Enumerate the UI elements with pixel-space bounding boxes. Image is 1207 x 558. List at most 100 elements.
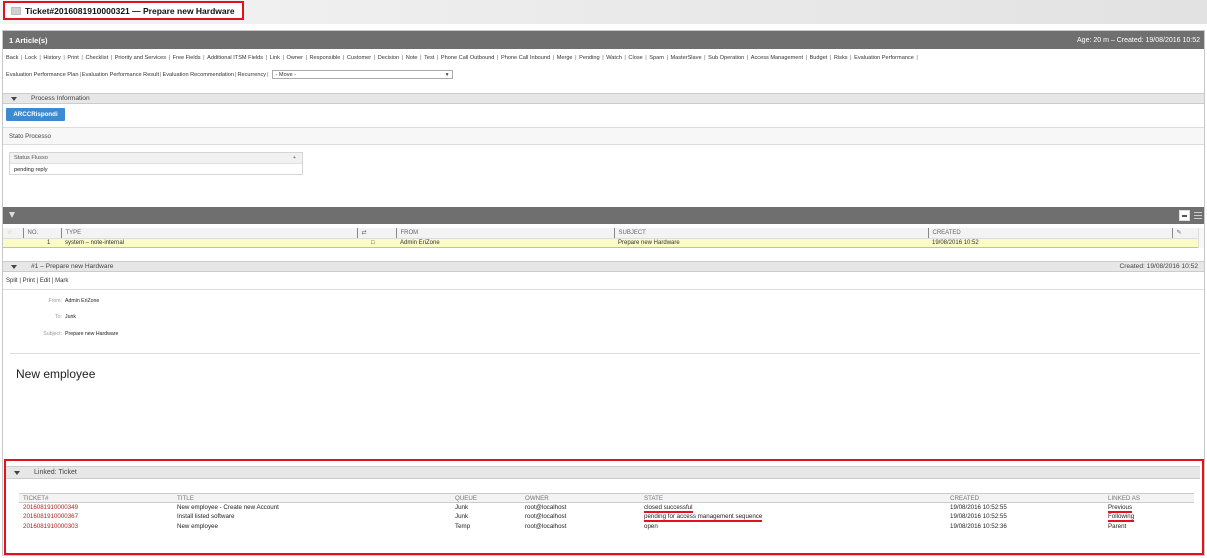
col-owner[interactable]: OWNER xyxy=(521,493,640,503)
col-type[interactable]: TYPE xyxy=(60,228,357,239)
menu-watch[interactable]: Watch xyxy=(606,55,622,61)
table-row[interactable]: 1 system – note-internal □ Admin EriZone… xyxy=(3,237,1198,248)
menu-access-management[interactable]: Access Management xyxy=(751,55,803,61)
action-print[interactable]: Print xyxy=(23,278,35,284)
linked-ticket-table: TICKET# TITLE QUEUE OWNER STATE CREATED … xyxy=(19,493,1194,531)
article-from-field: From: Admin EriZone xyxy=(48,298,100,304)
process-information-header[interactable]: Process Information xyxy=(3,93,1204,104)
article-actions: Split | Print | Edit | Mark xyxy=(6,278,69,284)
table-row[interactable]: 2016081910000303 New employee Temp root@… xyxy=(19,522,1194,532)
action-split[interactable]: Split xyxy=(6,278,18,284)
status-flusso-header: Status Flusso + xyxy=(10,153,302,164)
ticket-created: 19/08/2016 10:52:55 xyxy=(950,504,1007,511)
menu-itsm-fields[interactable]: Additional ITSM Fields xyxy=(207,55,263,61)
action-edit[interactable]: Edit xyxy=(40,278,50,284)
menu-evaluation-performance[interactable]: Evaluation Performance xyxy=(854,55,914,61)
title-strip: Ticket#2016081910000321 — Prepare new Ha… xyxy=(0,0,1207,24)
ticket-number-link[interactable]: 2016081910000349 xyxy=(23,504,78,511)
menu-budget[interactable]: Budget xyxy=(810,55,828,61)
action-menu-row2: Evaluation Performance Plan | Evaluation… xyxy=(6,70,453,79)
ticket-queue: Junk xyxy=(455,504,469,511)
article-header[interactable]: #1 – Prepare new Hardware Created: 19/08… xyxy=(3,261,1204,272)
ticket-title: Ticket#2016081910000321 — Prepare new Ha… xyxy=(25,5,235,16)
menu-evaluation-result[interactable]: Evaluation Performance Result xyxy=(82,72,159,78)
col-subject[interactable]: SUBJECT xyxy=(613,228,928,239)
col-no[interactable]: NO. xyxy=(22,228,61,239)
menu-spam[interactable]: Spam xyxy=(649,55,664,61)
col-direction[interactable]: ⇄ xyxy=(356,228,396,239)
status-flusso-value: pending reply xyxy=(14,166,48,173)
menu-responsible[interactable]: Responsible xyxy=(310,55,341,61)
pencil-icon[interactable]: ✎ xyxy=(1171,228,1198,239)
ticket-created: 19/08/2016 10:52:36 xyxy=(950,522,1007,530)
menu-lock[interactable]: Lock xyxy=(25,55,37,61)
menu-phone-outbound[interactable]: Phone Call Outbound xyxy=(441,55,495,61)
col-ticket[interactable]: TICKET# xyxy=(19,493,173,503)
ticket-owner: root@localhost xyxy=(525,522,567,530)
menu-pending[interactable]: Pending xyxy=(579,55,600,61)
collapse-triangle-icon[interactable] xyxy=(14,470,20,475)
col-state[interactable]: STATE xyxy=(640,493,946,503)
menu-owner[interactable]: Owner xyxy=(286,55,302,61)
status-flusso-label: Status Flusso xyxy=(14,155,48,161)
table-row[interactable]: 2016081910000349 New employee - Create n… xyxy=(19,503,1194,513)
menu-test[interactable]: Test xyxy=(424,55,434,61)
ticket-linked-as: Parent xyxy=(1108,522,1127,530)
col-from[interactable]: FROM xyxy=(395,228,614,239)
collapse-triangle-icon[interactable] xyxy=(11,264,17,269)
article-table-scrollbar[interactable] xyxy=(1198,228,1204,248)
menu-sub-operation[interactable]: Sub Operation xyxy=(708,55,744,61)
menu-checklist[interactable]: Checklist xyxy=(85,55,108,61)
ticket-state: pending for access management sequence xyxy=(644,513,763,523)
stato-processo-label: Stato Processo xyxy=(9,132,51,140)
menu-print[interactable]: Print xyxy=(67,55,79,61)
ticket-number-link[interactable]: 2016081910000367 xyxy=(23,513,78,520)
menu-evaluation-recommendation[interactable]: Evaluation Recommendation xyxy=(162,72,234,78)
ticket-title: New employee - Create new Account xyxy=(177,504,279,511)
menu-note[interactable]: Note xyxy=(406,55,418,61)
action-mark[interactable]: Mark xyxy=(55,278,68,284)
table-row[interactable]: 2016081910000367 Install listed software… xyxy=(19,512,1194,523)
menu-customer[interactable]: Customer xyxy=(347,55,371,61)
col-title[interactable]: TITLE xyxy=(173,493,451,503)
ticket-title: New employee xyxy=(177,522,218,530)
menu-masterslave[interactable]: MasterSlave xyxy=(670,55,701,61)
ticket-title-box: Ticket#2016081910000321 — Prepare new Ha… xyxy=(3,1,244,20)
menu-link[interactable]: Link xyxy=(270,55,280,61)
ticket-created: 19/08/2016 10:52:55 xyxy=(950,513,1007,521)
menu-merge[interactable]: Merge xyxy=(557,55,573,61)
menu-evaluation-plan[interactable]: Evaluation Performance Plan xyxy=(6,72,78,78)
divider xyxy=(10,353,1200,354)
menu-free-fields[interactable]: Free Fields xyxy=(173,55,201,61)
list-view-icon[interactable] xyxy=(1193,210,1204,221)
menu-priority-services[interactable]: Priority and Services xyxy=(115,55,166,61)
menu-decision[interactable]: Decision xyxy=(378,55,399,61)
linked-ticket-header[interactable]: Linked: Ticket xyxy=(6,466,1200,479)
col-created[interactable]: CREATED xyxy=(946,493,1104,503)
collapsed-view-icon[interactable] xyxy=(1179,210,1190,221)
ticket-age: Age: 20 m – Created: 19/08/2016 10:52 xyxy=(1077,36,1200,44)
menu-phone-inbound[interactable]: Phone Call Inbound xyxy=(501,55,550,61)
linked-table-header: TICKET# TITLE QUEUE OWNER STATE CREATED … xyxy=(19,493,1194,503)
ticket-number-link[interactable]: 2016081910000303 xyxy=(23,523,78,530)
article-no: 1 xyxy=(23,237,61,248)
stato-processo-row: Stato Processo xyxy=(3,127,1204,145)
col-queue[interactable]: QUEUE xyxy=(451,493,521,503)
menu-close[interactable]: Close xyxy=(628,55,642,61)
articles-bar: 1 Article(s) Age: 20 m – Created: 19/08/… xyxy=(3,31,1204,49)
arcc-rispondi-button[interactable]: ARCCRispondi xyxy=(6,108,65,121)
action-menu-row1: Back | Lock | History | Print | Checklis… xyxy=(6,55,918,61)
collapse-triangle-icon[interactable] xyxy=(11,96,17,101)
article-created-label: Created: 19/08/2016 10:52 xyxy=(1119,263,1198,270)
menu-back[interactable]: Back xyxy=(6,55,18,61)
menu-risks[interactable]: Risks xyxy=(834,55,848,61)
menu-history[interactable]: History xyxy=(43,55,60,61)
filter-icon[interactable] xyxy=(9,212,15,218)
star-icon[interactable]: ☆ xyxy=(3,228,23,239)
col-linked-as[interactable]: LINKED AS xyxy=(1104,493,1194,503)
col-created[interactable]: CREATED xyxy=(927,228,1172,239)
article-type: system – note-internal xyxy=(61,237,357,248)
plus-icon[interactable]: + xyxy=(293,155,296,161)
move-queue-select[interactable]: - Move - ▾ xyxy=(271,70,453,79)
menu-recurrency[interactable]: Recurrency xyxy=(237,72,266,78)
